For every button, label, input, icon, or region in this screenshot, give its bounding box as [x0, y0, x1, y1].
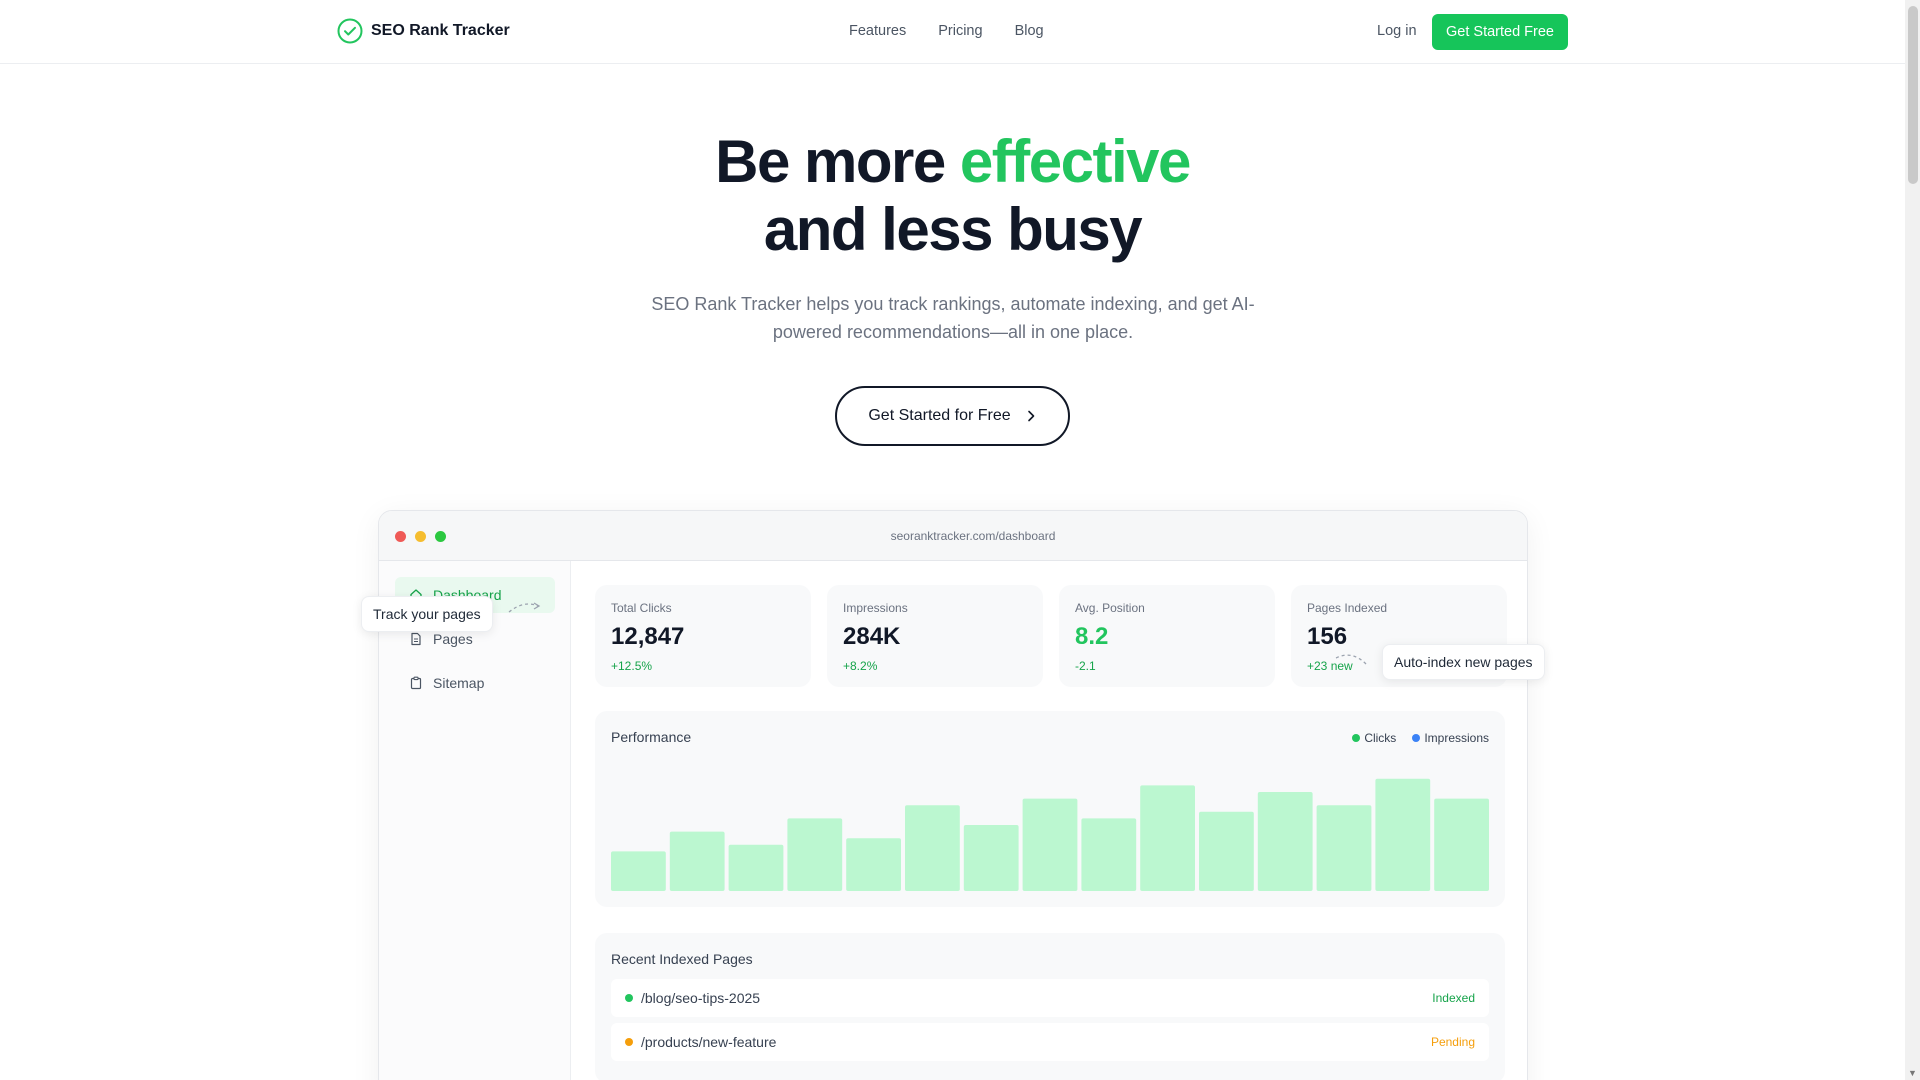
- stat-value: 8.2: [1075, 623, 1109, 650]
- sidebar-item-sitemap[interactable]: Sitemap: [395, 665, 555, 701]
- status-dot: [625, 994, 633, 1002]
- stat-value: 12,847: [611, 623, 685, 650]
- dashboard-preview: seoranktracker.com/dashboard Dashboard P…: [378, 510, 1528, 1080]
- stat-card-total-clicks: Total Clicks 12,847 +12.5%: [595, 585, 811, 687]
- chart-bar-3: [728, 844, 784, 891]
- stat-label: Impressions: [843, 601, 908, 615]
- stat-label: Pages Indexed: [1307, 601, 1388, 615]
- page-path: /products/new-feature: [641, 1034, 777, 1050]
- nav-link-blog[interactable]: Blog: [1015, 23, 1044, 39]
- stat-label: Total Clicks: [611, 601, 672, 615]
- chart-bar-12: [1257, 792, 1313, 891]
- address-bar-url: seoranktracker.com/dashboard: [890, 529, 1056, 543]
- status-dot: [625, 1038, 633, 1046]
- page-scrollbar[interactable]: ▼: [1905, 0, 1920, 1080]
- chart-bar-8: [1022, 798, 1078, 891]
- scrollbar-thumb[interactable]: [1908, 6, 1918, 184]
- page-path: /blog/seo-tips-2025: [641, 990, 761, 1006]
- hero-title: Be more effective and less busy: [0, 128, 1905, 264]
- chart-bar-10: [1140, 785, 1195, 891]
- recent-indexed-title: Recent Indexed Pages: [611, 951, 753, 967]
- stat-delta: -2.1: [1075, 659, 1096, 673]
- chart-bar-11: [1199, 811, 1254, 891]
- top-navbar: SEO Rank Tracker Features Pricing Blog L…: [0, 0, 1905, 64]
- browser-titlebar: seoranktracker.com/dashboard: [379, 511, 1527, 561]
- stat-label: Avg. Position: [1075, 601, 1145, 615]
- chart-bar-1: [611, 851, 666, 891]
- chart-legend: Clicks Impressions: [1352, 731, 1489, 745]
- clipboard-icon: [410, 676, 422, 690]
- check-circle-logo-icon: [337, 18, 363, 44]
- chart-bar-13: [1316, 805, 1372, 891]
- dashboard-content: Total Clicks 12,847 +12.5% Impressions 2…: [571, 561, 1527, 1080]
- stat-card-impressions: Impressions 284K +8.2%: [827, 585, 1043, 687]
- document-icon: [411, 632, 421, 646]
- callout-auto-index-new-pages: Auto-index new pages: [1382, 644, 1545, 680]
- brand-name: SEO Rank Tracker: [371, 22, 510, 39]
- chart-bar-7: [963, 825, 1019, 891]
- hero-subtitle: SEO Rank Tracker helps you track ranking…: [651, 294, 1255, 342]
- login-link[interactable]: Log in: [1377, 23, 1417, 39]
- chart-bar-5: [846, 838, 901, 891]
- legend-label: Impressions: [1424, 731, 1489, 745]
- chart-bar-4: [787, 818, 843, 891]
- chart-bar-2: [669, 831, 725, 891]
- curved-arrow-icon: [508, 602, 541, 613]
- legend-item-impressions: Impressions: [1412, 731, 1489, 745]
- legend-dot: [1412, 734, 1421, 742]
- chart-bar-14: [1375, 778, 1431, 891]
- stat-value: 284K: [843, 623, 901, 650]
- performance-bar-chart: [611, 778, 1489, 891]
- scroll-down-arrow-icon[interactable]: ▼: [1908, 1068, 1917, 1078]
- curved-arrow-icon: [1335, 654, 1367, 665]
- callout-track-your-pages: Track your pages: [361, 596, 493, 632]
- legend-dot: [1352, 734, 1361, 742]
- hero-title-line2: and less busy: [763, 196, 1143, 263]
- nav-links: Features Pricing Blog: [849, 23, 1044, 39]
- stat-delta: +12.5%: [611, 659, 653, 673]
- indexed-page-row[interactable]: /blog/seo-tips-2025 Indexed: [611, 979, 1489, 1017]
- get-started-for-free-button[interactable]: Get Started for Free: [835, 386, 1070, 446]
- legend-item-clicks: Clicks: [1352, 731, 1396, 745]
- sidebar-item-label: Pages: [433, 631, 473, 647]
- hero-title-text: Be more: [715, 128, 960, 195]
- recent-indexed-panel: Recent Indexed Pages /blog/seo-tips-2025…: [595, 933, 1505, 1080]
- hero-cta-label: Get Started for Free: [868, 407, 1011, 424]
- chart-bar-15: [1434, 798, 1489, 891]
- dashboard-sidebar: Dashboard Pages Sitemap: [379, 561, 571, 1080]
- sidebar-item-label: Sitemap: [433, 675, 485, 691]
- nav-link-features[interactable]: Features: [849, 23, 906, 39]
- status-badge: Pending: [1430, 1035, 1475, 1049]
- indexed-page-row[interactable]: /products/new-feature Pending: [611, 1023, 1489, 1061]
- get-started-free-button[interactable]: Get Started Free: [1432, 14, 1568, 50]
- chart-bar-6: [905, 805, 960, 891]
- performance-title: Performance: [611, 729, 692, 745]
- performance-panel: Performance Clicks Impressions: [595, 711, 1505, 907]
- chart-bar-9: [1081, 818, 1137, 891]
- chevron-right-icon: [1027, 410, 1034, 422]
- stat-card-avg-position: Avg. Position 8.2 -2.1: [1059, 585, 1275, 687]
- hero-title-accent: effective: [959, 128, 1191, 195]
- brand-logo[interactable]: SEO Rank Tracker: [337, 18, 510, 44]
- nav-link-pricing[interactable]: Pricing: [938, 23, 982, 39]
- legend-label: Clicks: [1364, 731, 1397, 745]
- status-badge: Indexed: [1432, 991, 1475, 1005]
- stat-delta: +8.2%: [843, 659, 878, 673]
